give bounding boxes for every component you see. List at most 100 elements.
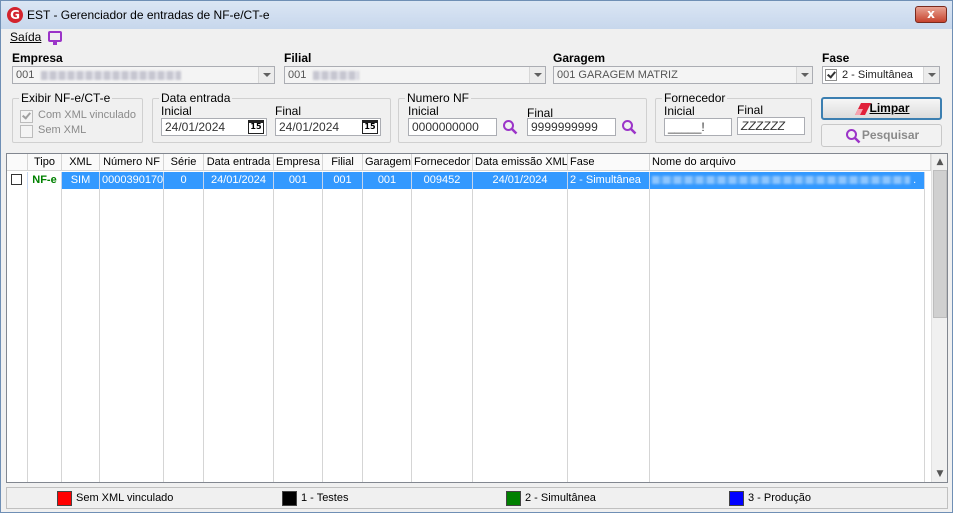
nf-inicial-input[interactable]: 0000000000 (408, 118, 497, 136)
filename-redacted (652, 176, 910, 185)
calendar-icon[interactable]: 15 (248, 120, 264, 134)
forn-inicial-label: Inicial (664, 104, 695, 118)
com-xml-checkbox[interactable] (20, 110, 33, 123)
forn-inicial-input[interactable]: _____! (664, 118, 732, 136)
forn-inicial-value: _____! (668, 120, 705, 134)
legend-label: 3 - Produção (748, 492, 811, 504)
magnifier-icon (846, 129, 861, 144)
filial-redacted (313, 70, 360, 80)
forn-final-value: ZZZZZZ (741, 119, 785, 133)
exibir-group: Exibir NF-e/CT-e Com XML vinculado Sem X… (12, 91, 143, 143)
forn-final-input[interactable]: ZZZZZZ (737, 117, 805, 135)
vertical-scrollbar[interactable]: ▲ ▼ (931, 154, 947, 482)
header-nome-arquivo[interactable]: Nome do arquivo (650, 154, 931, 171)
fase-checkbox[interactable] (825, 69, 837, 81)
chevron-down-icon[interactable] (258, 67, 274, 83)
empresa-redacted (41, 70, 182, 80)
cell-fornecedor: 009452 (412, 172, 473, 189)
eraser-icon (855, 103, 871, 115)
cell-data-emissao: 24/01/2024 (473, 172, 568, 189)
fornecedor-legend: Fornecedor (662, 91, 728, 105)
magnifier-icon[interactable] (621, 119, 637, 135)
filename-suffix: . (913, 174, 917, 186)
forn-final-label: Final (737, 103, 764, 117)
legend-swatch (729, 491, 744, 506)
app-logo-icon: G (7, 7, 23, 23)
chevron-down-icon[interactable] (923, 67, 939, 83)
header-select (7, 154, 28, 171)
legend-swatch (57, 491, 72, 506)
header-xml[interactable]: XML (62, 154, 100, 171)
window-title: EST - Gerenciador de entradas de NF-e/CT… (27, 8, 270, 22)
filial-combo[interactable]: 001 (284, 66, 546, 84)
cell-data-entrada: 24/01/2024 (204, 172, 274, 189)
data-final-value: 24/01/2024 (279, 120, 340, 134)
legend-label: Sem XML vinculado (76, 492, 174, 504)
cell-nome-arquivo: . (650, 172, 925, 189)
header-fase[interactable]: Fase (568, 154, 650, 171)
com-xml-label: Com XML vinculado (38, 109, 137, 121)
chevron-down-icon[interactable] (796, 67, 812, 83)
legend-bar: Sem XML vinculado 1 - Testes 2 - Simultâ… (6, 487, 948, 509)
filial-value: 001 (288, 69, 307, 81)
garagem-combo[interactable]: 001 GARAGEM MATRIZ (553, 66, 813, 84)
fase-combo[interactable]: 2 - Simultânea (822, 66, 940, 84)
empresa-label: Empresa (12, 51, 63, 65)
menu-bar: Saída (1, 29, 952, 47)
cell-fase: 2 - Simultânea (568, 172, 650, 189)
filial-label: Filial (284, 51, 312, 65)
row-checkbox[interactable] (11, 174, 22, 185)
cell-empresa: 001 (274, 172, 323, 189)
fase-value: 2 - Simultânea (842, 69, 913, 81)
table-row[interactable]: NF-e SIM 0000390170 0 24/01/2024 001 001… (7, 172, 931, 189)
title-bar[interactable]: G EST - Gerenciador de entradas de NF-e/… (1, 1, 952, 29)
legend-label: 2 - Simultânea (525, 492, 596, 504)
data-inicial-label: Inicial (161, 104, 192, 118)
empresa-combo[interactable]: 001 (12, 66, 275, 84)
header-numero-nf[interactable]: Número NF (100, 154, 164, 171)
fornecedor-group: Fornecedor Inicial _____! Final ZZZZZZ (655, 91, 812, 143)
chevron-down-icon[interactable] (529, 67, 545, 83)
nf-final-input[interactable]: 9999999999 (527, 118, 616, 136)
magnifier-icon[interactable] (502, 119, 518, 135)
header-empresa[interactable]: Empresa (274, 154, 323, 171)
header-serie[interactable]: Série (164, 154, 204, 171)
numero-nf-group: Numero NF Inicial 0000000000 Final 99999… (398, 91, 647, 143)
limpar-button[interactable]: Limpar (821, 97, 942, 120)
grid-header: Tipo XML Número NF Série Data entrada Em… (7, 154, 931, 171)
close-button[interactable]: x (915, 6, 947, 23)
nf-inicial-value: 0000000000 (412, 120, 479, 134)
scroll-up-icon[interactable]: ▲ (932, 154, 948, 170)
scroll-down-icon[interactable]: ▼ (932, 466, 948, 482)
header-data-entrada[interactable]: Data entrada (204, 154, 274, 171)
nf-final-value: 9999999999 (531, 120, 598, 134)
nf-inicial-label: Inicial (408, 104, 439, 118)
sem-xml-checkbox[interactable] (20, 125, 33, 138)
entries-grid[interactable]: Tipo XML Número NF Série Data entrada Em… (6, 153, 948, 483)
limpar-label: Limpar (869, 101, 910, 115)
header-filial[interactable]: Filial (323, 154, 363, 171)
garagem-value: 001 GARAGEM MATRIZ (557, 69, 678, 81)
menu-saida[interactable]: Saída (10, 30, 41, 44)
calendar-icon[interactable]: 15 (362, 120, 378, 134)
main-window: G EST - Gerenciador de entradas de NF-e/… (0, 0, 953, 513)
legend-swatch (506, 491, 521, 506)
data-inicial-value: 24/01/2024 (165, 120, 226, 134)
row-select-cell[interactable] (7, 172, 28, 189)
pesquisar-button[interactable]: Pesquisar (821, 124, 942, 147)
data-entrada-group: Data entrada Inicial 24/01/2024 15 Final… (152, 91, 391, 143)
garagem-label: Garagem (553, 51, 606, 65)
cell-filial: 001 (323, 172, 363, 189)
legend-swatch (282, 491, 297, 506)
fase-label: Fase (822, 51, 850, 65)
pesquisar-label: Pesquisar (861, 128, 920, 142)
header-garagem[interactable]: Garagem (363, 154, 412, 171)
header-data-emissao[interactable]: Data emissão XML (473, 154, 568, 171)
cell-serie: 0 (164, 172, 204, 189)
header-tipo[interactable]: Tipo (28, 154, 62, 171)
monitor-icon[interactable] (48, 31, 62, 45)
empresa-value: 001 (16, 69, 35, 81)
scroll-thumb[interactable] (933, 170, 947, 318)
header-fornecedor[interactable]: Fornecedor (412, 154, 473, 171)
data-entrada-legend: Data entrada (159, 91, 233, 105)
